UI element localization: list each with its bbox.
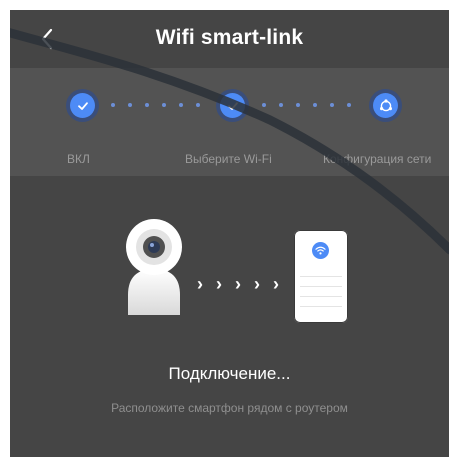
camera-icon bbox=[126, 219, 182, 315]
step-3-label: Конфигурация сети bbox=[323, 152, 432, 166]
phone-divider bbox=[300, 276, 342, 277]
frame-bottom-edge bbox=[0, 457, 449, 465]
step-3-network-config-icon bbox=[369, 89, 402, 122]
header: Wifi smart-link bbox=[10, 10, 449, 68]
phone-divider bbox=[300, 306, 342, 307]
step-connector-dot bbox=[145, 103, 149, 107]
wifi-smartlink-screen: Wifi smart-link ВКЛ Выберите Wi-Fi Конфи… bbox=[10, 10, 449, 457]
step-2-label: Выберите Wi-Fi bbox=[185, 152, 272, 166]
step-connector-dot bbox=[262, 103, 266, 107]
phone-router-icon bbox=[294, 230, 348, 323]
frame-top-edge bbox=[0, 0, 449, 10]
transfer-arrows: › › › › › bbox=[197, 274, 283, 294]
step-2-check-icon bbox=[216, 89, 249, 122]
step-connector-dot bbox=[196, 103, 200, 107]
step-connector-dot bbox=[279, 103, 283, 107]
frame-left-edge bbox=[0, 0, 10, 465]
phone-divider bbox=[300, 296, 342, 297]
page-title: Wifi smart-link bbox=[155, 26, 304, 49]
step-1-label: ВКЛ bbox=[67, 152, 90, 166]
step-connector-dot bbox=[162, 103, 166, 107]
phone-divider bbox=[300, 286, 342, 287]
step-connector-dot bbox=[111, 103, 115, 107]
progress-stepper: ВКЛ Выберите Wi-Fi Конфигурация сети bbox=[10, 68, 449, 176]
placement-hint: Расположите смартфон рядом с роутером bbox=[111, 401, 348, 415]
step-1-check-icon bbox=[66, 89, 99, 122]
step-connector-dot bbox=[347, 103, 351, 107]
connecting-status: Подключение... bbox=[168, 364, 291, 383]
step-connector-dot bbox=[313, 103, 317, 107]
wifi-icon bbox=[312, 242, 329, 259]
step-connector-dot bbox=[330, 103, 334, 107]
step-connector-dot bbox=[296, 103, 300, 107]
step-connector-dot bbox=[128, 103, 132, 107]
connection-illustration: › › › › › bbox=[10, 176, 449, 366]
step-connector-dot bbox=[179, 103, 183, 107]
